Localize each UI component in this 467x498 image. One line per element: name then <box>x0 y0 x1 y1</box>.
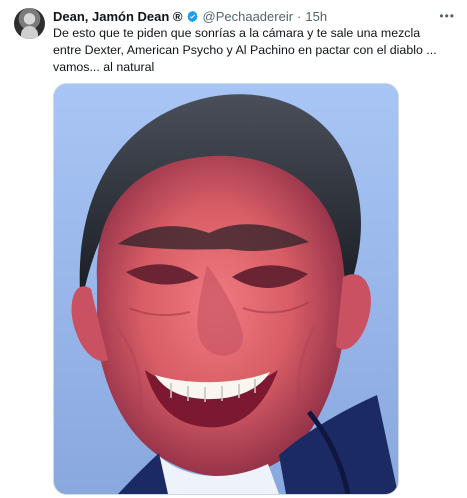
tweet-text: De esto que te piden que sonrías a la cá… <box>53 26 437 74</box>
verified-badge-icon <box>186 10 198 22</box>
author-handle[interactable]: @Pechaadereir <box>203 9 294 24</box>
header-separator: · <box>297 8 302 24</box>
more-dots-icon[interactable]: ••• <box>439 7 455 25</box>
portrait-photo-icon <box>54 84 398 494</box>
tweet-media[interactable] <box>53 83 399 495</box>
author-display-name[interactable]: Dean, Jamón Dean ® <box>53 9 183 24</box>
author-avatar[interactable] <box>14 8 45 39</box>
tweet-time[interactable]: 15h <box>305 9 327 24</box>
tweet-header: Dean, Jamón Dean ® @Pechaadereir · 15h •… <box>53 7 455 25</box>
tweet-card[interactable]: Dean, Jamón Dean ® @Pechaadereir · 15h •… <box>0 0 467 498</box>
